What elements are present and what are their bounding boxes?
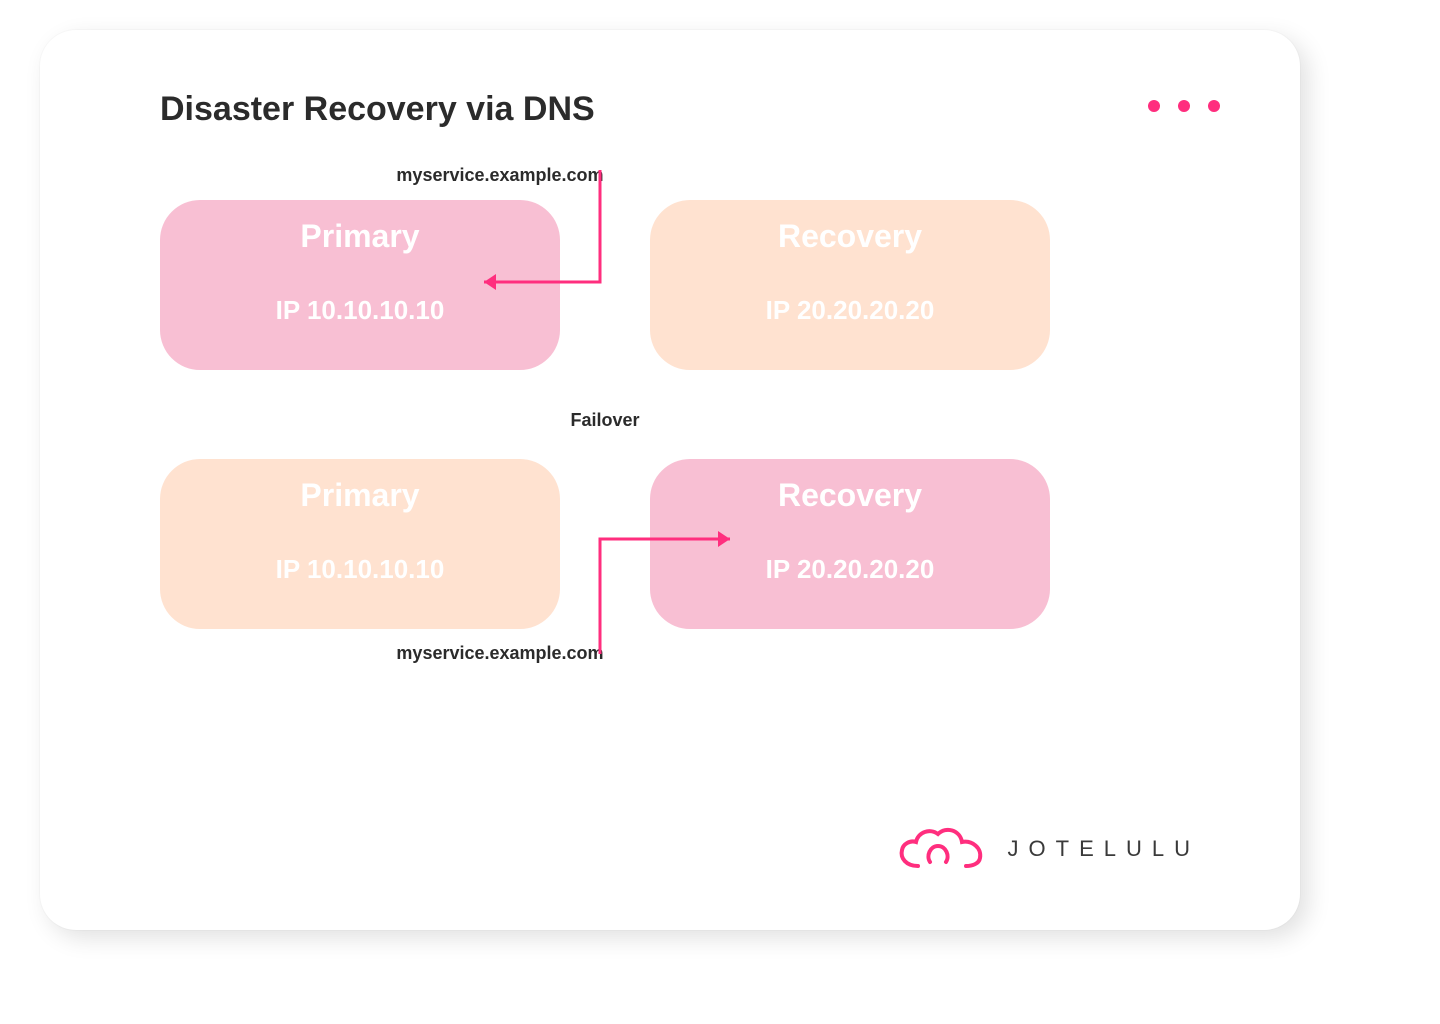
brand-name: JOTELULU (1008, 836, 1200, 862)
box-title: Recovery (778, 218, 922, 255)
box-title: Primary (300, 218, 419, 255)
box-ip: IP 10.10.10.10 (276, 554, 445, 585)
box-recovery-before: Recovery IP 20.20.20.20 (650, 200, 1050, 370)
dot-icon (1178, 100, 1190, 112)
box-ip: IP 20.20.20.20 (766, 295, 935, 326)
box-title: Primary (300, 477, 419, 514)
cloud-logo-icon (896, 822, 986, 876)
dot-icon (1208, 100, 1220, 112)
diagram-content: myservice.example.com Primary IP 10.10.1… (160, 165, 1050, 664)
diagram-card: Disaster Recovery via DNS myservice.exam… (40, 30, 1300, 930)
box-primary-before: Primary IP 10.10.10.10 (160, 200, 560, 370)
box-ip: IP 10.10.10.10 (276, 295, 445, 326)
page-title: Disaster Recovery via DNS (160, 90, 1220, 129)
box-primary-after: Primary IP 10.10.10.10 (160, 459, 560, 629)
brand: JOTELULU (896, 822, 1200, 876)
box-ip: IP 20.20.20.20 (766, 554, 935, 585)
dot-icon (1148, 100, 1160, 112)
box-title: Recovery (778, 477, 922, 514)
box-recovery-after: Recovery IP 20.20.20.20 (650, 459, 1050, 629)
domain-label-before: myservice.example.com (0, 165, 1050, 186)
domain-label-after: myservice.example.com (0, 643, 1050, 664)
row-after: Primary IP 10.10.10.10 Recovery IP 20.20… (160, 459, 1050, 629)
window-dots (1148, 100, 1220, 112)
failover-label: Failover (160, 410, 1050, 431)
row-before: Primary IP 10.10.10.10 Recovery IP 20.20… (160, 200, 1050, 370)
